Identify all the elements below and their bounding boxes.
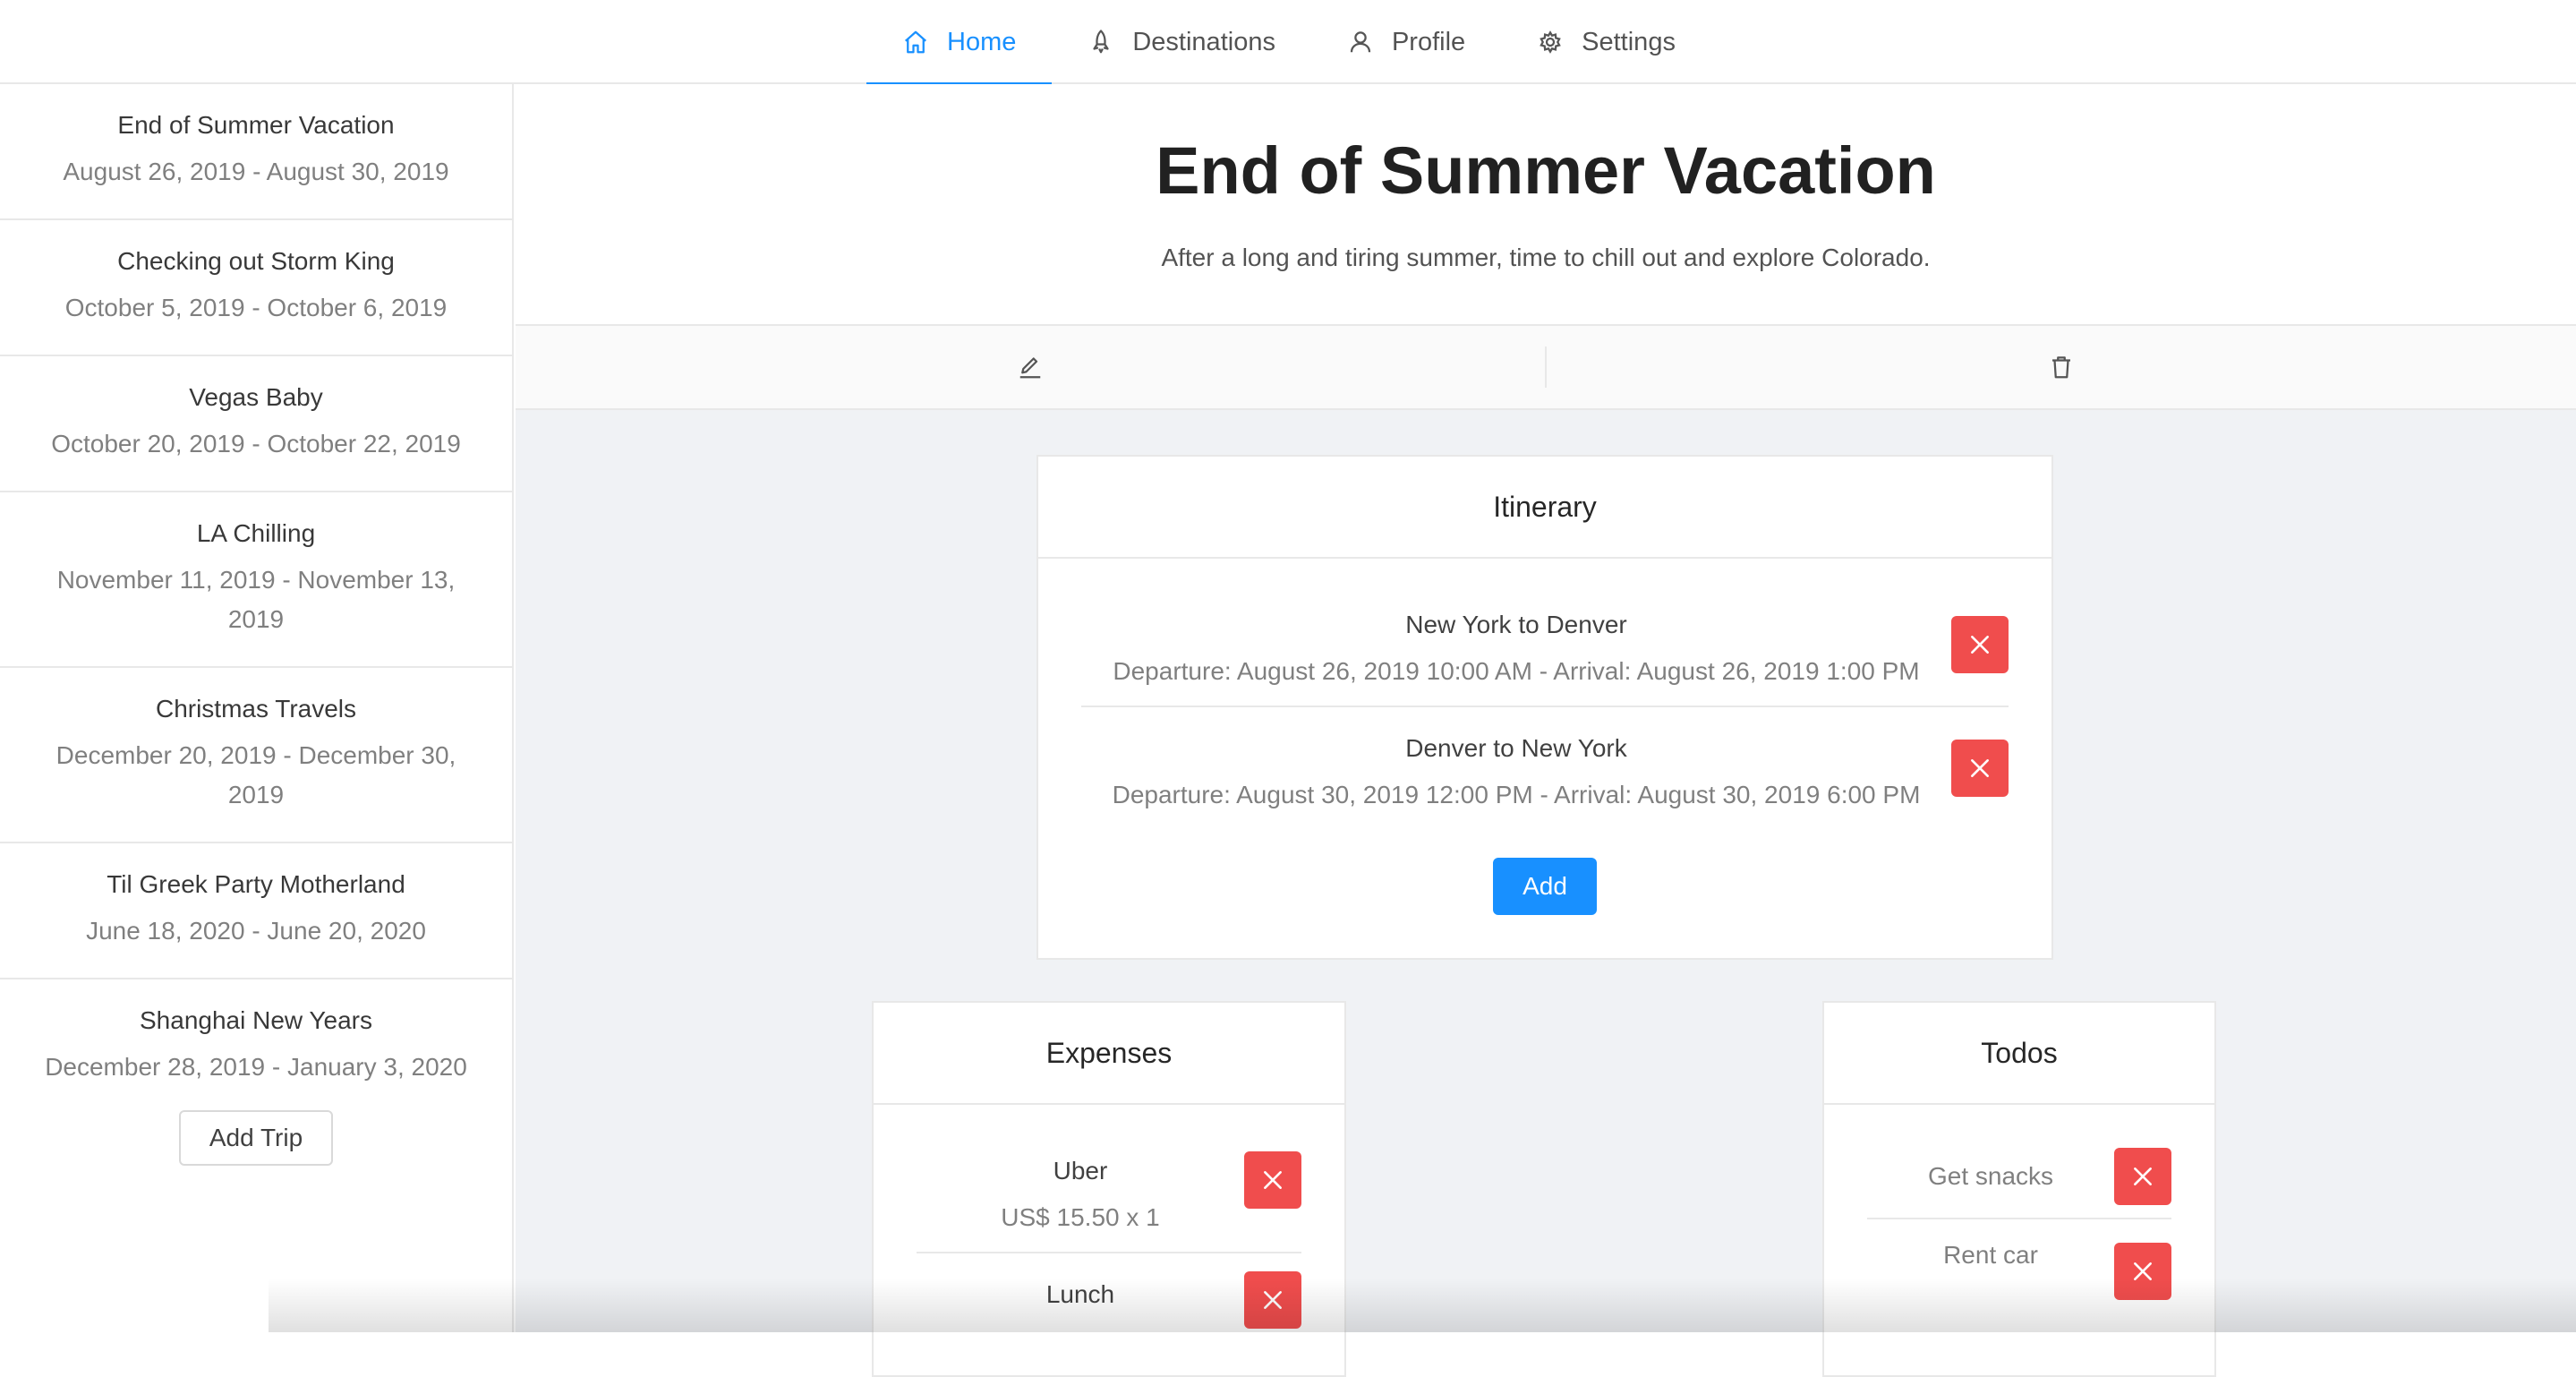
close-icon	[2131, 1260, 2154, 1283]
itinerary-item-detail: Departure: August 26, 2019 10:00 AM - Ar…	[1081, 652, 2009, 691]
user-icon	[1347, 29, 1374, 56]
gear-icon	[1537, 29, 1564, 56]
nav-menu: Home Destinations Profile Settings	[866, 0, 1711, 84]
close-icon	[1968, 757, 1992, 780]
trip-name: Til Greek Party Motherland	[27, 867, 485, 902]
nav-item-label: Destinations	[1132, 28, 1275, 57]
expenses-title: Expenses	[874, 1003, 1344, 1105]
itinerary-card: Itinerary New York to Denver Departure: …	[1036, 455, 2053, 960]
todos-card: Todos Get snacks Rent car	[1822, 1001, 2216, 1377]
itinerary-title: Itinerary	[1038, 457, 2051, 559]
trip-list-item[interactable]: Vegas Baby October 20, 2019 - October 22…	[0, 356, 512, 492]
expense-item: Lunch	[917, 1277, 1301, 1313]
add-itinerary-button[interactable]: Add	[1493, 858, 1597, 915]
nav-item-profile[interactable]: Profile	[1311, 0, 1501, 84]
delete-expense-button[interactable]	[1244, 1151, 1301, 1209]
delete-todo-button[interactable]	[2114, 1243, 2171, 1300]
trip-dates: December 28, 2019 - January 3, 2020	[27, 1048, 485, 1087]
trash-icon	[2048, 354, 2075, 381]
top-nav: Home Destinations Profile Settings	[0, 0, 2576, 84]
rocket-icon	[1088, 29, 1114, 56]
itinerary-item-detail: Departure: August 30, 2019 12:00 PM - Ar…	[1081, 775, 2009, 815]
trip-name: Shanghai New Years	[27, 1003, 485, 1039]
itinerary-item: New York to Denver Departure: August 26,…	[1081, 607, 2009, 707]
itinerary-item: Denver to New York Departure: August 30,…	[1081, 731, 2009, 815]
delete-itinerary-button[interactable]	[1951, 616, 2009, 673]
nav-item-label: Home	[947, 28, 1016, 57]
trip-dates: December 20, 2019 - December 30, 2019	[27, 736, 485, 815]
trip-dates: June 18, 2020 - June 20, 2020	[27, 911, 485, 951]
delete-expense-button[interactable]	[1244, 1271, 1301, 1329]
trip-list-item[interactable]: Til Greek Party Motherland June 18, 2020…	[0, 843, 512, 979]
trip-actions	[516, 326, 2576, 410]
trip-name: Checking out Storm King	[27, 244, 485, 279]
trip-detail: End of Summer Vacation After a long and …	[516, 84, 2576, 1332]
trip-dates: November 11, 2019 - November 13, 2019	[27, 560, 485, 639]
todo-name: Rent car	[1867, 1237, 2114, 1273]
nav-item-label: Settings	[1582, 28, 1676, 57]
delete-trip-button[interactable]	[1545, 346, 2576, 388]
trip-description: After a long and tiring summer, time to …	[516, 244, 2576, 272]
edit-trip-button[interactable]	[516, 346, 1545, 388]
trip-dates: October 5, 2019 - October 6, 2019	[27, 288, 485, 328]
trip-name: Christmas Travels	[27, 691, 485, 727]
trip-list-item[interactable]: Christmas Travels December 20, 2019 - De…	[0, 668, 512, 843]
trip-list-item[interactable]: LA Chilling November 11, 2019 - November…	[0, 492, 512, 668]
nav-item-settings[interactable]: Settings	[1501, 0, 1711, 84]
expense-item: Uber US$ 15.50 x 1	[917, 1153, 1301, 1253]
trip-sidebar: End of Summer Vacation August 26, 2019 -…	[0, 84, 514, 1332]
trip-name: End of Summer Vacation	[27, 107, 485, 143]
todo-item: Rent car	[1867, 1219, 2171, 1298]
trip-name: LA Chilling	[27, 516, 485, 552]
delete-itinerary-button[interactable]	[1951, 740, 2009, 797]
expenses-card: Expenses Uber US$ 15.50 x 1 Lunch	[872, 1001, 1346, 1377]
todo-name: Get snacks	[1867, 1159, 2114, 1194]
trip-header: End of Summer Vacation After a long and …	[516, 84, 2576, 326]
nav-item-home[interactable]: Home	[866, 0, 1052, 84]
close-icon	[1261, 1168, 1284, 1192]
trip-list-item[interactable]: Checking out Storm King October 5, 2019 …	[0, 220, 512, 356]
page-title: End of Summer Vacation	[516, 84, 2576, 211]
nav-item-label: Profile	[1392, 28, 1465, 57]
todos-title: Todos	[1824, 1003, 2214, 1105]
itinerary-item-title: New York to Denver	[1081, 607, 2009, 643]
trip-dates: August 26, 2019 - August 30, 2019	[27, 152, 485, 192]
close-icon	[2131, 1165, 2154, 1188]
add-trip-button[interactable]: Add Trip	[179, 1110, 333, 1166]
trip-name: Vegas Baby	[27, 380, 485, 415]
trip-dates: October 20, 2019 - October 22, 2019	[27, 424, 485, 464]
todo-item: Get snacks	[1867, 1141, 2171, 1219]
trip-list-item[interactable]: Shanghai New Years December 28, 2019 - J…	[0, 979, 512, 1096]
trip-list-item[interactable]: End of Summer Vacation August 26, 2019 -…	[0, 84, 512, 220]
nav-item-destinations[interactable]: Destinations	[1052, 0, 1311, 84]
home-icon	[902, 29, 929, 56]
close-icon	[1968, 633, 1992, 656]
delete-todo-button[interactable]	[2114, 1148, 2171, 1205]
edit-icon	[1017, 354, 1044, 381]
close-icon	[1261, 1288, 1284, 1312]
itinerary-item-title: Denver to New York	[1081, 731, 2009, 766]
